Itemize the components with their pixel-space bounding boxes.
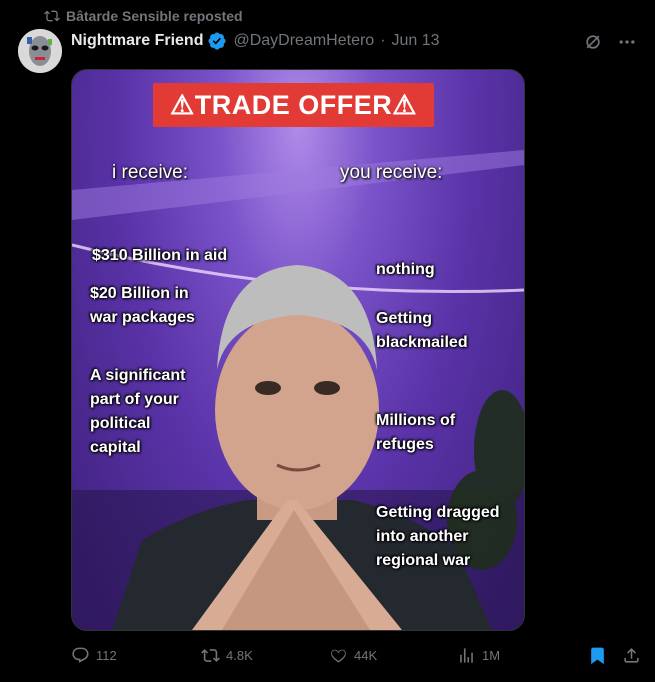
right-item: Getting dragged into another regional wa… xyxy=(376,504,500,569)
views-icon xyxy=(460,648,473,663)
share-icon xyxy=(624,648,639,663)
author-name[interactable]: Nightmare Friend xyxy=(71,32,203,50)
like-count: 44K xyxy=(354,648,378,663)
right-item: Getting blackmailed xyxy=(376,310,468,351)
separator-dot: · xyxy=(380,32,386,49)
post-date[interactable]: Jun 13 xyxy=(392,32,440,50)
repost-count: 4.8K xyxy=(226,648,253,663)
trade-offer-banner: ⚠TRADE OFFER⚠ xyxy=(153,83,434,127)
more-options-icon[interactable] xyxy=(617,32,637,52)
repost-icon xyxy=(201,649,220,662)
right-item: Millions of refuges xyxy=(376,412,456,453)
grok-icon[interactable] xyxy=(583,32,603,52)
right-column-header: you receive: xyxy=(340,162,443,183)
repost-text: Bâtarde Sensible reposted xyxy=(66,8,243,24)
left-item: $310 Billion in aid xyxy=(92,247,228,264)
avatar[interactable] xyxy=(18,29,62,73)
repost-button[interactable]: 4.8K xyxy=(201,646,253,665)
repost-indicator[interactable]: Bâtarde Sensible reposted xyxy=(44,8,243,24)
bookmark-button[interactable] xyxy=(588,646,607,665)
view-count: 1M xyxy=(482,648,501,663)
reply-count: 112 xyxy=(96,648,117,663)
reply-button[interactable]: 112 xyxy=(71,646,117,665)
left-item: $20 Billion in war packages xyxy=(90,285,195,326)
right-item: nothing xyxy=(376,261,435,278)
author-handle[interactable]: @DayDreamHetero xyxy=(233,32,374,50)
left-column-header: i receive: xyxy=(112,162,189,183)
views-button[interactable]: 1M xyxy=(457,646,500,665)
verified-badge-icon xyxy=(208,32,227,50)
action-bar: 112 4.8K 44K 1M xyxy=(71,646,641,668)
left-item: A significant part of your political cap… xyxy=(90,367,186,456)
like-button[interactable]: 44K xyxy=(329,646,377,665)
post-image[interactable]: ⚠TRADE OFFER⚠ i receive: you receive: $3… xyxy=(71,69,525,631)
heart-icon xyxy=(331,649,346,663)
share-button[interactable] xyxy=(622,646,641,665)
repost-icon xyxy=(44,10,60,22)
bookmark-icon xyxy=(591,647,604,665)
reply-icon xyxy=(72,647,89,663)
